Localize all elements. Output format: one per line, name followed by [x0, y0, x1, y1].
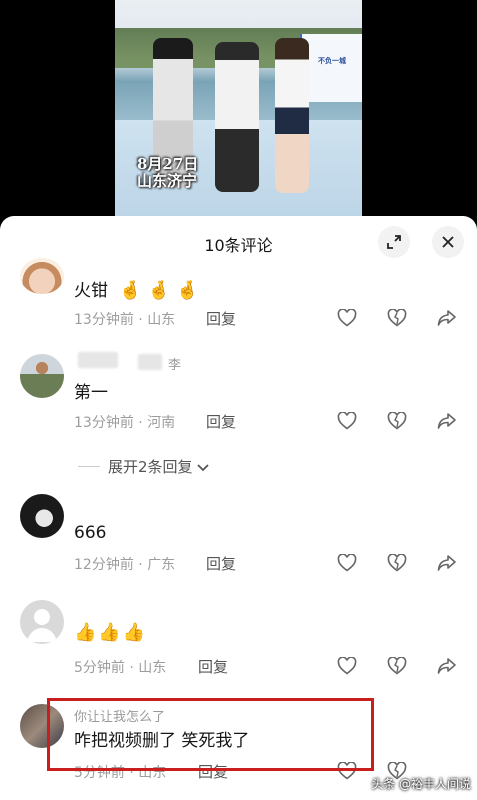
comment-sheet: 10条评论 火钳 🤞 🤞 🤞 13分钟前 · 山东 回复 李 第一 13分钟前 · …	[0, 216, 477, 800]
avatar[interactable]	[20, 600, 64, 644]
highlight-annotation-box	[47, 698, 374, 771]
video-caption: 8月27日 山东济宁	[137, 156, 198, 190]
comment-text: 第一	[74, 383, 108, 403]
like-button[interactable]	[336, 307, 358, 329]
person-guest	[215, 42, 259, 192]
comment-meta: 13分钟前 · 山东	[74, 312, 176, 328]
heart-icon	[337, 412, 357, 430]
share-button[interactable]	[436, 655, 458, 677]
like-button[interactable]	[336, 552, 358, 574]
expand-icon	[387, 235, 401, 249]
comment-text: 666	[74, 523, 107, 543]
broken-heart-icon	[387, 554, 407, 572]
avatar[interactable]	[20, 258, 64, 294]
expand-replies-label: 展开2条回复	[108, 456, 209, 477]
banner-text: 不负一城	[318, 57, 346, 65]
crossed-fingers-emoji: 🤞	[176, 280, 199, 301]
divider-line	[78, 466, 100, 467]
reply-button[interactable]: 回复	[206, 308, 236, 329]
dislike-button[interactable]	[386, 655, 408, 677]
share-button[interactable]	[436, 307, 458, 329]
like-button[interactable]	[336, 410, 358, 432]
broken-heart-icon	[387, 657, 407, 675]
share-arrow-icon	[437, 555, 456, 571]
broken-heart-icon	[387, 412, 407, 430]
blurred-username	[78, 352, 118, 368]
share-arrow-icon	[437, 413, 456, 429]
caption-date: 8月27日	[137, 155, 199, 173]
blurred-username	[138, 354, 162, 370]
avatar[interactable]	[20, 494, 64, 538]
comment-meta: 5分钟前 · 山东	[74, 660, 167, 676]
dislike-button[interactable]	[386, 410, 408, 432]
close-icon	[442, 236, 454, 248]
dislike-button[interactable]	[386, 552, 408, 574]
close-button[interactable]	[432, 226, 464, 258]
person-woman	[275, 38, 309, 193]
heart-icon	[337, 657, 357, 675]
comment-text: 火钳 🤞 🤞 🤞	[74, 280, 199, 301]
default-avatar-icon	[27, 609, 57, 642]
share-button[interactable]	[436, 410, 458, 432]
comment-meta: 13分钟前 · 河南	[74, 415, 176, 431]
avatar[interactable]	[20, 354, 64, 398]
crossed-fingers-emoji: 🤞	[119, 280, 142, 301]
video-player[interactable]: 不负一城 8月27日 山东济宁	[0, 0, 477, 232]
like-button[interactable]	[336, 655, 358, 677]
reply-button[interactable]: 回复	[206, 411, 236, 432]
thumbs-up-emoji: 👍	[74, 622, 97, 643]
thumbs-up-emoji: 👍	[122, 622, 146, 643]
heart-icon	[337, 309, 357, 327]
heart-icon	[337, 554, 357, 572]
crossed-fingers-emoji: 🤞	[147, 280, 171, 301]
reply-button[interactable]: 回复	[198, 656, 228, 677]
username-suffix: 李	[168, 358, 182, 373]
broken-heart-icon	[387, 309, 407, 327]
caption-place: 山东济宁	[137, 172, 198, 190]
watermark: 头条 @裕丰人间说	[371, 777, 471, 791]
comment-meta: 12分钟前 · 广东	[74, 557, 176, 573]
dislike-button[interactable]	[386, 307, 408, 329]
thumbs-up-emoji: 👍	[98, 622, 121, 643]
expand-button[interactable]	[378, 226, 410, 258]
chevron-down-icon	[197, 463, 209, 471]
share-button[interactable]	[436, 552, 458, 574]
share-arrow-icon	[437, 658, 456, 674]
reply-button[interactable]: 回复	[206, 553, 236, 574]
event-banner	[300, 34, 362, 102]
comment-text: 👍 👍 👍	[74, 622, 151, 643]
share-arrow-icon	[437, 310, 456, 326]
video-frame: 不负一城 8月27日 山东济宁	[115, 0, 362, 232]
